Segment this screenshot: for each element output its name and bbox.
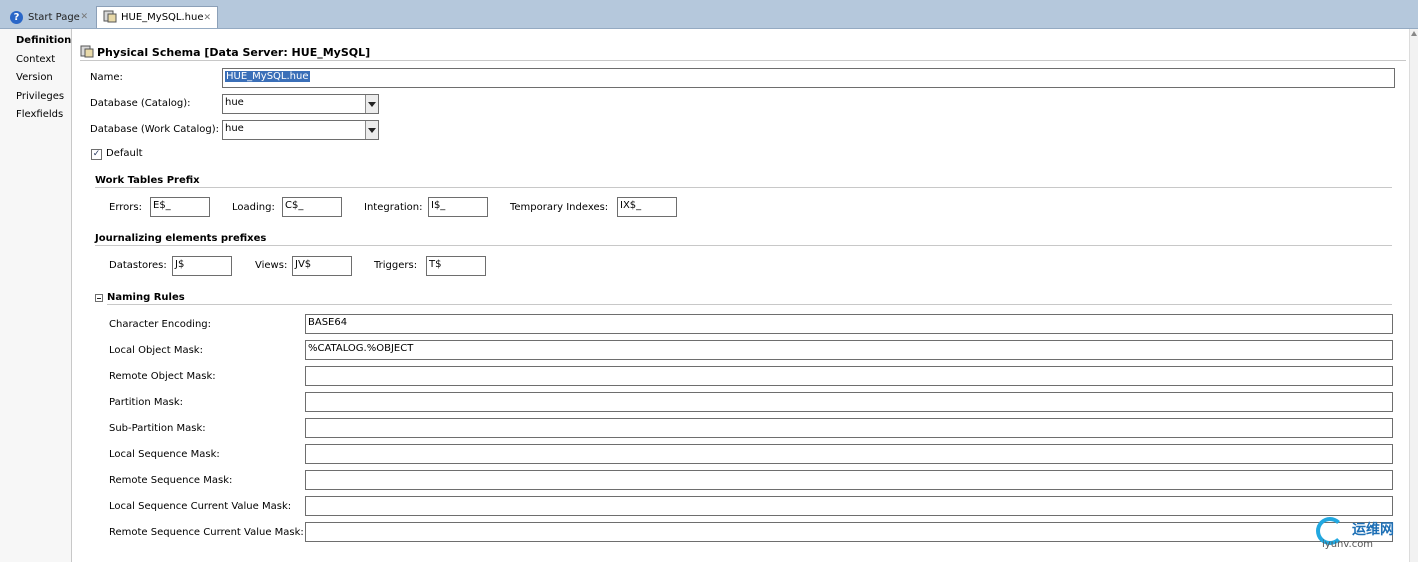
datastores-label: Datastores: — [109, 260, 167, 271]
definition-panel: Physical Schema [Data Server: HUE_MySQL]… — [72, 29, 1408, 562]
triggers-field[interactable]: T$ — [426, 256, 486, 276]
sidebar-item-version[interactable]: Version — [16, 72, 53, 83]
errors-label: Errors: — [109, 202, 142, 213]
datastores-field[interactable]: J$ — [172, 256, 232, 276]
name-value: HUE_MySQL.hue — [225, 71, 310, 82]
tab-start-page[interactable]: ? Start Page ✕ — [4, 6, 94, 28]
sidebar-item-flexfields[interactable]: Flexfields — [16, 109, 63, 120]
physical-schema-icon — [80, 44, 94, 61]
name-label: Name: — [90, 72, 123, 83]
naming-rule-label: Local Object Mask: — [109, 345, 203, 356]
default-label: Default — [106, 148, 143, 159]
errors-field[interactable]: E$_ — [150, 197, 210, 217]
integration-label: Integration: — [364, 202, 423, 213]
help-icon: ? — [10, 10, 23, 24]
close-icon[interactable]: ✕ — [80, 12, 88, 22]
editor-tab-bar: ? Start Page ✕ HUE_MySQL.hue ✕ — [0, 0, 1418, 29]
naming-rule-label: Local Sequence Mask: — [109, 449, 220, 460]
journalizing-divider — [95, 245, 1392, 246]
naming-rule-label: Character Encoding: — [109, 319, 212, 330]
physical-schema-icon — [103, 9, 117, 26]
triggers-label: Triggers: — [374, 260, 418, 271]
sidebar: Definition Context Version Privileges Fl… — [0, 29, 72, 562]
work-tables-divider — [95, 187, 1392, 188]
integration-field[interactable]: I$_ — [428, 197, 488, 217]
chevron-down-icon[interactable] — [365, 95, 378, 113]
naming-rule-label: Partition Mask: — [109, 397, 183, 408]
work-catalog-label: Database (Work Catalog): — [90, 124, 219, 135]
remote-sequence-mask-field[interactable] — [305, 470, 1393, 490]
local-sequence-current-value-mask-field[interactable] — [305, 496, 1393, 516]
views-label: Views: — [255, 260, 288, 271]
tab-label: Start Page — [28, 11, 80, 23]
collapse-icon[interactable] — [95, 294, 103, 302]
sidebar-item-definition[interactable]: Definition — [16, 35, 71, 46]
remote-sequence-current-value-mask-field[interactable] — [305, 522, 1393, 542]
default-checkbox[interactable]: ✓ — [91, 149, 102, 160]
naming-rules-title: Naming Rules — [107, 292, 185, 303]
temp-indexes-field[interactable]: IX$_ — [617, 197, 677, 217]
character-encoding-field[interactable]: BASE64 — [305, 314, 1393, 334]
naming-rule-label: Remote Object Mask: — [109, 371, 216, 382]
vertical-scrollbar[interactable] — [1409, 29, 1418, 562]
journalizing-title: Journalizing elements prefixes — [95, 233, 267, 244]
close-icon[interactable]: ✕ — [204, 13, 212, 23]
work-catalog-select[interactable]: hue — [222, 120, 379, 140]
naming-rules-divider — [107, 304, 1392, 305]
chevron-down-icon[interactable] — [365, 121, 378, 139]
tab-hue-mysql[interactable]: HUE_MySQL.hue ✕ — [96, 6, 218, 28]
partition-mask-field[interactable] — [305, 392, 1393, 412]
scroll-up-icon[interactable] — [1411, 31, 1417, 36]
watermark-text: 运维网 — [1352, 522, 1394, 538]
sidebar-item-context[interactable]: Context — [16, 54, 55, 65]
local-sequence-mask-field[interactable] — [305, 444, 1393, 464]
naming-rule-label: Sub-Partition Mask: — [109, 423, 206, 434]
loading-label: Loading: — [232, 202, 275, 213]
title-divider — [80, 60, 1406, 61]
database-catalog-label: Database (Catalog): — [90, 98, 191, 109]
watermark-subtext: iyunv.com — [1322, 539, 1374, 550]
database-catalog-select[interactable]: hue — [222, 94, 379, 114]
page-title-text: Physical Schema [Data Server: HUE_MySQL] — [97, 46, 371, 59]
database-catalog-value: hue — [225, 97, 244, 108]
sidebar-item-privileges[interactable]: Privileges — [16, 91, 64, 102]
naming-rule-label: Remote Sequence Mask: — [109, 475, 233, 486]
work-catalog-value: hue — [225, 123, 244, 134]
temp-indexes-label: Temporary Indexes: — [510, 202, 609, 213]
remote-object-mask-field[interactable] — [305, 366, 1393, 386]
sub-partition-mask-field[interactable] — [305, 418, 1393, 438]
loading-field[interactable]: C$_ — [282, 197, 342, 217]
local-object-mask-field[interactable]: %CATALOG.%OBJECT — [305, 340, 1393, 360]
name-field[interactable]: HUE_MySQL.hue — [222, 68, 1395, 88]
naming-rule-label: Local Sequence Current Value Mask: — [109, 501, 292, 512]
watermark-logo: 运维网 iyunv.com — [1310, 515, 1416, 559]
page-title: Physical Schema [Data Server: HUE_MySQL] — [80, 44, 370, 61]
tab-label: HUE_MySQL.hue — [121, 12, 204, 23]
work-tables-title: Work Tables Prefix — [95, 175, 200, 186]
naming-rule-label: Remote Sequence Current Value Mask: — [109, 527, 304, 538]
views-field[interactable]: JV$ — [292, 256, 352, 276]
